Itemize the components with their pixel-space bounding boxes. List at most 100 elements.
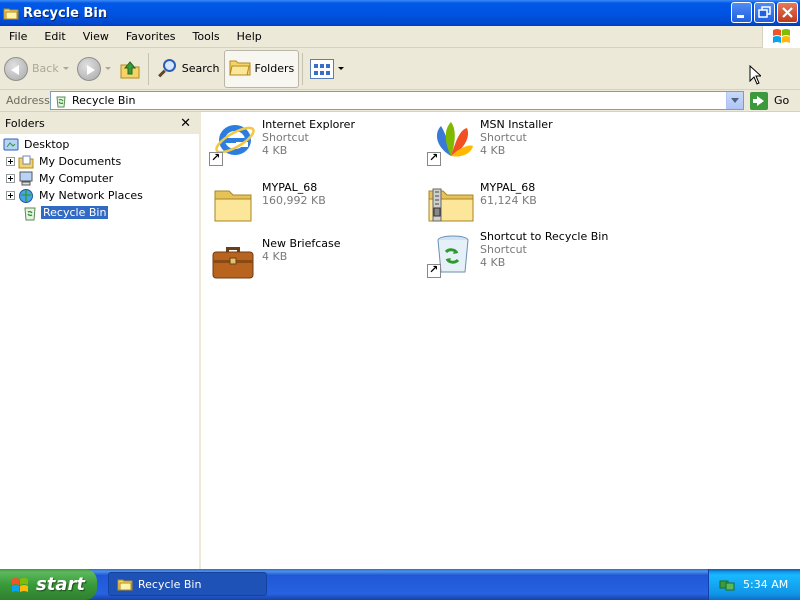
address-field[interactable]: Recycle Bin (50, 91, 744, 110)
expand-icon[interactable] (6, 191, 15, 200)
back-arrow-icon (4, 56, 28, 81)
system-tray: 5:34 AM (708, 569, 800, 600)
folders-title: Folders (5, 116, 45, 130)
maximize-button[interactable] (754, 2, 775, 23)
title-bar: Recycle Bin (0, 0, 800, 26)
back-dropdown-icon (62, 67, 69, 70)
forward-dropdown-icon (104, 67, 111, 70)
close-button[interactable] (777, 2, 798, 23)
file-type: Shortcut (480, 243, 527, 256)
menu-file[interactable]: File (0, 30, 35, 43)
tree-item-desktop[interactable]: Desktop (0, 136, 199, 153)
tree-item-my-network-places[interactable]: My Network Places (0, 187, 199, 204)
file-name: MSN Installer (480, 118, 553, 131)
file-item-recycle-bin-shortcut[interactable]: Shortcut to Recycle Bin Shortcut 4 KB (427, 230, 627, 278)
forward-button[interactable] (73, 51, 115, 87)
menu-help[interactable]: Help (228, 30, 270, 43)
tree-item-my-documents[interactable]: My Documents (0, 153, 199, 170)
msn-icon (427, 118, 475, 166)
tree-item-label: Desktop (24, 138, 70, 151)
internet-explorer-icon (209, 118, 257, 166)
address-bar: Address Recycle Bin Go (0, 90, 800, 112)
expand-icon[interactable] (6, 157, 15, 166)
back-label: Back (32, 62, 59, 75)
search-button[interactable]: Search (152, 51, 224, 87)
folders-icon (228, 57, 251, 80)
views-icon (310, 58, 335, 79)
go-arrow-icon (750, 91, 768, 110)
network-tray-icon[interactable] (719, 577, 735, 593)
menu-edit[interactable]: Edit (35, 30, 73, 43)
taskbar-item-recycle-bin[interactable]: Recycle Bin (108, 572, 267, 596)
file-type: Shortcut (480, 131, 527, 144)
desktop-icon (3, 137, 19, 153)
file-list: Internet Explorer Shortcut 4 KB MSN Inst… (203, 112, 800, 569)
clock: 5:34 AM (743, 578, 789, 591)
shortcut-arrow-icon (209, 151, 223, 166)
file-size: 160,992 KB (262, 194, 326, 207)
tree-item-my-computer[interactable]: My Computer (0, 170, 199, 187)
menu-bar: File Edit View Favorites Tools Help (0, 26, 800, 48)
my-documents-icon (18, 154, 34, 170)
file-name: Shortcut to Recycle Bin (480, 230, 609, 243)
back-button[interactable]: Back (0, 51, 73, 87)
folders-button[interactable]: Folders (223, 49, 300, 88)
file-item-msn-installer[interactable]: MSN Installer Shortcut 4 KB (427, 118, 627, 166)
up-button[interactable] (115, 51, 145, 87)
tree-item-label: My Network Places (39, 189, 143, 202)
file-size: 4 KB (262, 144, 288, 157)
tree-item-label: My Documents (39, 155, 122, 168)
expand-icon[interactable] (6, 174, 15, 183)
address-dropdown-icon[interactable] (726, 92, 743, 109)
folder-icon (209, 181, 257, 229)
search-icon (156, 58, 178, 80)
close-pane-icon[interactable]: ✕ (180, 116, 191, 131)
start-label: start (36, 574, 85, 595)
briefcase-icon (209, 237, 257, 285)
zip-folder-icon (427, 181, 475, 229)
tree-item-label: Recycle Bin (41, 206, 109, 219)
shortcut-arrow-icon (427, 263, 441, 278)
toolbar-separator (147, 52, 149, 85)
minimize-button[interactable] (731, 2, 752, 23)
file-size: 4 KB (480, 256, 506, 269)
file-size: 61,124 KB (480, 194, 537, 207)
file-size: 4 KB (262, 250, 288, 263)
tree-item-recycle-bin[interactable]: Recycle Bin (0, 204, 199, 221)
folders-header: Folders ✕ (0, 112, 199, 134)
file-size: 4 KB (480, 144, 506, 157)
network-places-icon (18, 188, 34, 204)
toolbar: Back Search Folders (0, 48, 800, 90)
go-label: Go (774, 94, 790, 107)
menu-favorites[interactable]: Favorites (117, 30, 184, 43)
forward-arrow-icon (76, 56, 101, 81)
go-button[interactable]: Go (750, 91, 790, 110)
shortcut-arrow-icon (427, 151, 441, 166)
address-label: Address (6, 94, 50, 107)
tree-item-label: My Computer (39, 172, 114, 185)
file-item-internet-explorer[interactable]: Internet Explorer Shortcut 4 KB (209, 118, 409, 166)
menu-tools[interactable]: Tools (184, 30, 228, 43)
toolbar-separator (302, 52, 304, 85)
recycle-bin-icon (22, 205, 38, 221)
folders-pane: Folders ✕ Desktop My Documents My Comput… (0, 112, 201, 569)
views-button[interactable] (306, 51, 348, 87)
menu-view[interactable]: View (74, 30, 117, 43)
folder-tree: Desktop My Documents My Computer My Netw… (0, 134, 199, 221)
file-name: New Briefcase (262, 237, 341, 250)
recycle-bin-icon (54, 94, 68, 108)
file-name: MYPAL_68 (262, 181, 318, 194)
start-button[interactable]: start (0, 569, 97, 600)
recycle-bin-icon (427, 230, 475, 278)
windows-flag-icon (10, 575, 30, 595)
file-name: Internet Explorer (262, 118, 355, 131)
windows-logo-icon (762, 26, 800, 48)
taskbar-item-label: Recycle Bin (138, 577, 202, 591)
file-item-mypal-zip[interactable]: MYPAL_68 61,124 KB (427, 181, 627, 229)
views-dropdown-icon (338, 67, 345, 70)
window-title: Recycle Bin (23, 5, 108, 21)
file-item-new-briefcase[interactable]: New Briefcase 4 KB (209, 237, 409, 285)
search-label: Search (181, 62, 220, 75)
address-value: Recycle Bin (72, 94, 136, 107)
file-item-mypal-folder[interactable]: MYPAL_68 160,992 KB (209, 181, 409, 229)
